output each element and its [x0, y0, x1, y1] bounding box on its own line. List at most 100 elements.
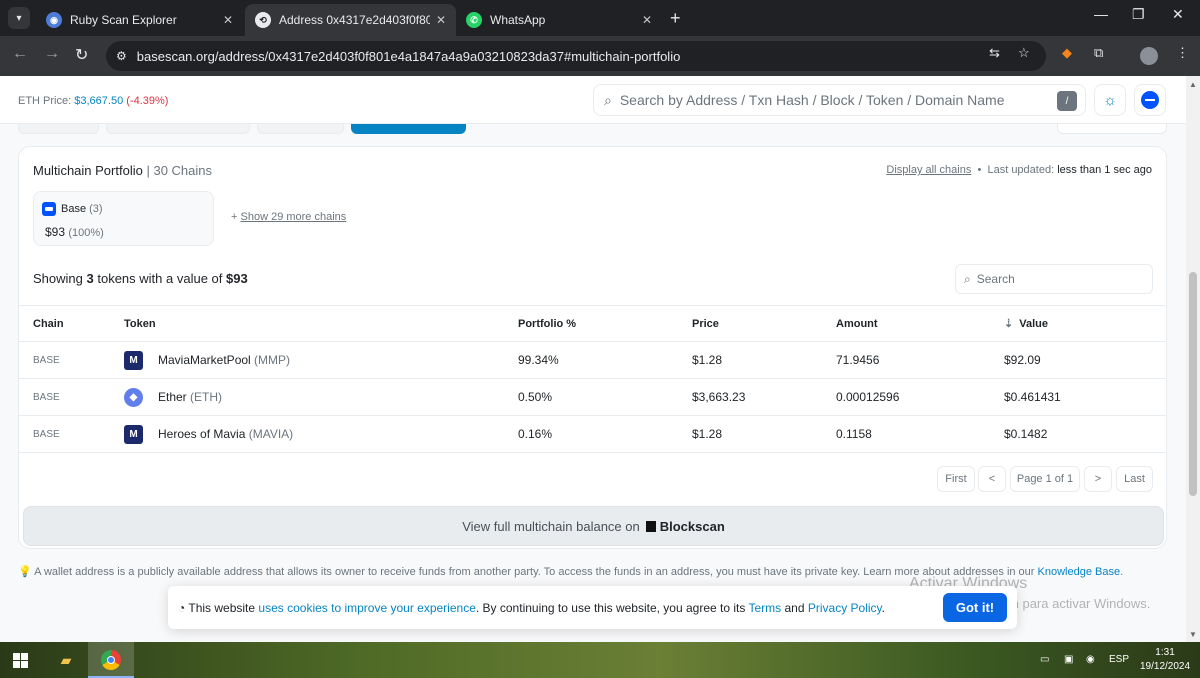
ethereum-logo-icon: ◆: [124, 387, 143, 407]
row-amount: 71.9456: [836, 341, 1004, 379]
scrollbar-thumb[interactable]: [1189, 272, 1197, 496]
first-page-button[interactable]: First: [937, 466, 975, 492]
nav-tab-stub[interactable]: [257, 124, 344, 134]
eth-price-value[interactable]: $3,667.50: [74, 95, 123, 107]
table-row: BASE M MaviaMarketPool (MMP) 99.34% $1.2…: [19, 341, 1166, 379]
display-all-chains-link[interactable]: Display all chains: [886, 164, 971, 176]
theme-toggle-button[interactable]: ☼: [1094, 84, 1126, 116]
info-note-text: A wallet address is a publicly available…: [34, 566, 1035, 578]
view-blockscan-button[interactable]: View full multichain balance on Blocksca…: [23, 506, 1164, 546]
summary-total: $93: [226, 271, 248, 286]
cookie-end: .: [881, 601, 886, 615]
window-close-icon[interactable]: ✕: [1172, 6, 1184, 23]
blockscan-logo-icon: [645, 520, 656, 532]
tab-search-icon[interactable]: ▾: [8, 7, 30, 29]
restore-icon[interactable]: ❐: [1132, 6, 1145, 23]
ruby-scan-favicon-icon: ◉: [46, 12, 62, 28]
nav-tab-stub[interactable]: [1057, 124, 1167, 134]
chrome-icon[interactable]: [99, 648, 123, 672]
metamask-extension-icon[interactable]: ◆: [1062, 45, 1072, 61]
card-title: Multichain Portfolio | 30 Chains: [33, 163, 212, 178]
cookie-policy-link[interactable]: uses cookies to improve your experience: [258, 601, 475, 615]
global-search-input[interactable]: [619, 92, 1040, 108]
nav-tab-stub-active[interactable]: [351, 124, 466, 134]
row-token: ◆ Ether (ETH): [124, 378, 518, 416]
title-separator: |: [146, 163, 150, 178]
tab-whatsapp[interactable]: ✆ WhatsApp ✕: [456, 4, 662, 36]
token-symbol: (ETH): [190, 390, 223, 404]
chain-amount-value: $93: [45, 225, 66, 239]
taskbar-clock[interactable]: 1:31 19/12/2024: [1140, 646, 1190, 674]
token-symbol: (MMP): [254, 353, 291, 367]
network-button[interactable]: [1134, 84, 1166, 116]
next-page-button[interactable]: >: [1084, 466, 1112, 492]
extensions-icon[interactable]: ⧉: [1094, 45, 1103, 61]
minimize-icon[interactable]: —: [1094, 6, 1108, 22]
browser-menu-icon[interactable]: ⋮: [1176, 45, 1189, 61]
portfolio-title: Multichain Portfolio: [33, 163, 143, 178]
mavia-logo-icon: M: [124, 350, 143, 370]
cookie-prefix: This website: [188, 601, 256, 615]
back-icon[interactable]: ←: [12, 45, 28, 63]
column-token: Token: [124, 305, 518, 342]
column-value[interactable]: ⇣ Value: [1004, 305, 1166, 342]
cookie-middle: . By continuing to use this website, you…: [475, 601, 746, 615]
close-icon[interactable]: ✕: [642, 13, 652, 27]
lightbulb-icon: 💡: [18, 566, 32, 578]
knowledge-base-link[interactable]: Knowledge Base: [1038, 566, 1121, 578]
close-icon[interactable]: ✕: [223, 13, 233, 27]
scroll-up-icon[interactable]: ▲: [1189, 80, 1197, 89]
summary-prefix: Showing: [33, 271, 83, 286]
table-header-row: Chain Token Portfolio % Price Amount ⇣ Va…: [19, 305, 1166, 342]
translate-icon[interactable]: ⇆: [989, 45, 1000, 61]
privacy-policy-link[interactable]: Privacy Policy: [808, 601, 882, 615]
terms-link[interactable]: Terms: [748, 601, 781, 615]
prev-page-button[interactable]: <: [978, 466, 1006, 492]
forward-icon[interactable]: →: [44, 45, 60, 63]
file-explorer-icon[interactable]: ▰: [54, 648, 78, 672]
row-portfolio: 0.16%: [518, 415, 692, 453]
eth-price-change: (-4.39%): [126, 95, 169, 107]
cookie-banner: ◔ This website uses cookies to improve y…: [168, 586, 1017, 629]
table-row: BASE M Heroes of Mavia (MAVIA) 0.16% $1.…: [19, 415, 1166, 453]
new-tab-icon[interactable]: +: [670, 8, 681, 29]
table-search-input[interactable]: [976, 272, 1137, 286]
profile-avatar[interactable]: [1140, 47, 1158, 65]
page-indicator: Page 1 of 1: [1010, 466, 1080, 492]
site-info-icon[interactable]: ⚙: [116, 49, 127, 63]
table-row: BASE ◆ Ether (ETH) 0.50% $3,663.23 0.000…: [19, 378, 1166, 416]
network-tray-icon[interactable]: ▭: [1040, 654, 1049, 665]
sort-icon[interactable]: ⇣: [1004, 318, 1013, 330]
page-scrollbar[interactable]: ▲ ▼: [1186, 76, 1200, 642]
token-name[interactable]: MaviaMarketPool: [158, 353, 251, 367]
scroll-down-icon[interactable]: ▼: [1189, 630, 1197, 639]
chain-name: Base (3): [61, 203, 103, 215]
show-more-chains-link[interactable]: + Show 29 more chains: [231, 211, 346, 223]
last-page-button[interactable]: Last: [1116, 466, 1153, 492]
url-text[interactable]: basescan.org/address/0x4317e2d403f0f801e…: [137, 49, 681, 64]
token-name[interactable]: Ether: [158, 390, 187, 404]
accept-cookies-button[interactable]: Got it!: [943, 593, 1007, 622]
windows-start-icon[interactable]: [8, 648, 32, 672]
row-value: $0.1482: [1004, 415, 1166, 453]
reload-icon[interactable]: ↻: [75, 45, 88, 65]
address-bar[interactable]: ⚙ basescan.org/address/0x4317e2d403f0f80…: [106, 41, 1046, 71]
clock-time: 1:31: [1155, 647, 1175, 658]
row-price: $1.28: [692, 415, 836, 453]
column-portfolio: Portfolio %: [518, 305, 692, 342]
tab-ruby-scan[interactable]: ◉ Ruby Scan Explorer ✕: [36, 4, 243, 36]
blockscan-brand: Blockscan: [659, 518, 725, 534]
close-icon[interactable]: ✕: [436, 13, 446, 27]
nav-tab-stub[interactable]: [106, 124, 250, 134]
input-language[interactable]: ESP: [1109, 654, 1129, 665]
row-price: $1.28: [692, 341, 836, 379]
chain-token-count: (3): [89, 203, 103, 215]
bookmark-star-icon[interactable]: ☆: [1018, 45, 1030, 61]
token-name[interactable]: Heroes of Mavia: [158, 427, 245, 441]
nav-tab-stub[interactable]: [18, 124, 99, 134]
search-icon: ⌕: [964, 271, 971, 286]
volume-tray-icon[interactable]: ▣: [1064, 654, 1073, 665]
tab-basescan-address[interactable]: ⟲ Address 0x4317e2d403f0f801e4 ✕: [245, 4, 456, 36]
system-tray-icon[interactable]: ◉: [1086, 654, 1095, 665]
chain-card-base[interactable]: Base (3) $93 (100%): [33, 191, 214, 246]
